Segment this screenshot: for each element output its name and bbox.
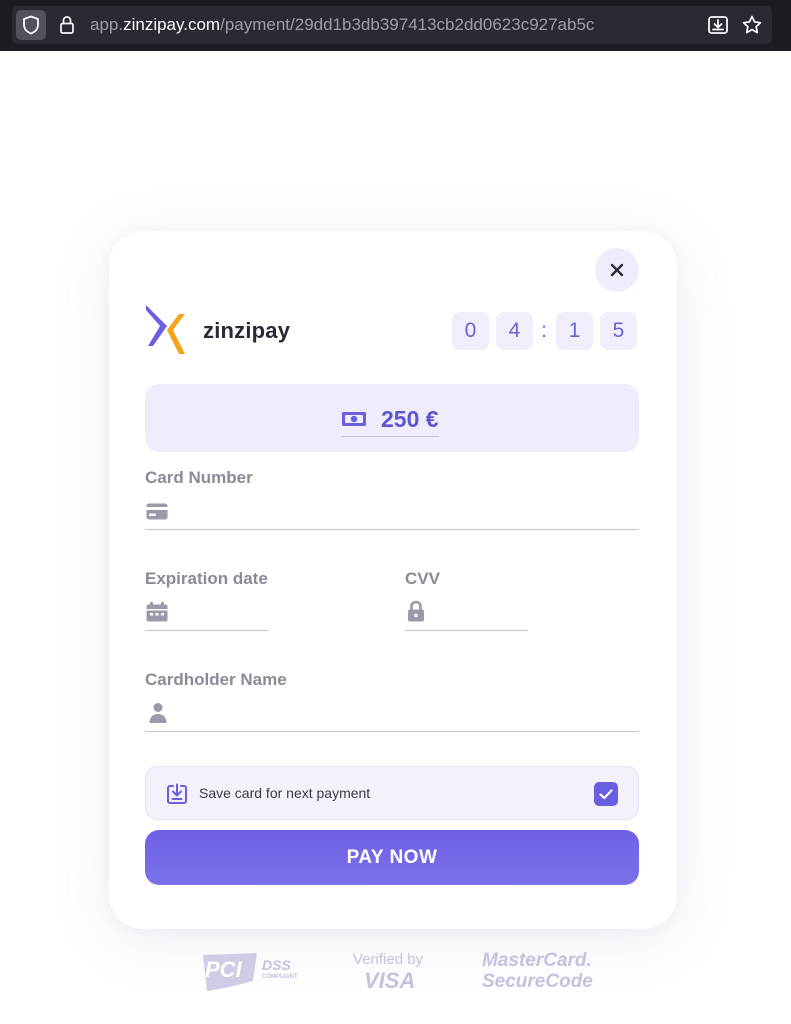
close-icon: [610, 263, 624, 277]
shield-icon: [23, 15, 39, 35]
cardholder-label: Cardholder Name: [145, 670, 287, 689]
amount-value: 250 €: [381, 405, 439, 432]
timer-digit: 1: [556, 312, 593, 350]
amount-panel: 250 €: [145, 384, 639, 452]
amount-display: 250 €: [341, 404, 439, 437]
url-text[interactable]: app.zinzipay.com/payment/29dd1b3db397413…: [90, 15, 594, 35]
url-host: zinzipay.com: [123, 15, 221, 34]
mastercard-securecode-badge: MasterCard. SecureCode: [482, 949, 593, 997]
zinzipay-logo: zinzipay: [145, 304, 295, 358]
card-number-underline: [145, 529, 639, 530]
timer-digit: 0: [452, 312, 489, 350]
verified-by-text: Verified by: [353, 951, 424, 968]
cvv-label: CVV: [405, 569, 440, 588]
dss-subtext: COMPLIANT: [262, 974, 298, 980]
payment-card: zinzipay 0 4 : 1 5 250 € Card Number Exp…: [109, 231, 677, 929]
logo-mark-icon: [146, 305, 185, 354]
pay-now-button[interactable]: PAY NOW: [145, 830, 639, 885]
user-icon: [149, 703, 167, 723]
logo-text: zinzipay: [203, 318, 291, 343]
download-icon[interactable]: [707, 14, 729, 36]
cvv-input[interactable]: [435, 603, 525, 625]
save-card-row[interactable]: Save card for next payment: [145, 766, 639, 820]
bookmark-star-icon[interactable]: [741, 14, 763, 36]
save-card-checkbox[interactable]: [594, 782, 618, 806]
tracking-protection-button[interactable]: [16, 10, 46, 40]
cardholder-underline: [145, 731, 639, 732]
expiration-underline: [145, 630, 268, 631]
calendar-icon: [146, 602, 168, 622]
lock-icon[interactable]: [59, 15, 75, 35]
save-card-label: Save card for next payment: [199, 785, 371, 801]
browser-toolbar: app.zinzipay.com/payment/29dd1b3db397413…: [0, 0, 791, 51]
visa-text: VISA: [364, 968, 416, 993]
close-button[interactable]: [595, 248, 639, 292]
pci-text: PCI: [205, 957, 242, 982]
save-download-icon: [167, 783, 187, 804]
checkmark-icon: [599, 788, 613, 799]
timer-digit: 5: [600, 312, 637, 350]
address-bar[interactable]: app.zinzipay.com/payment/29dd1b3db397413…: [12, 6, 772, 44]
card-number-label: Card Number: [145, 468, 253, 487]
timer-digit: 4: [496, 312, 533, 350]
countdown-timer: 0 4 : 1 5: [452, 312, 637, 350]
mastercard-text: MasterCard.: [482, 950, 592, 971]
timer-separator: :: [541, 319, 547, 342]
cardholder-input[interactable]: [175, 704, 635, 726]
lock-icon: [408, 600, 424, 622]
verified-by-visa-badge: Verified by VISA: [350, 949, 432, 997]
credit-card-icon: [146, 503, 168, 520]
pci-dss-badge: PCI DSS COMPLIANT: [199, 951, 299, 995]
security-badges: PCI DSS COMPLIANT Verified by VISA Maste…: [0, 945, 791, 1005]
url-path: /payment/29dd1b3db397413cb2dd0623c927ab5…: [220, 15, 595, 34]
dss-text: DSS: [262, 957, 291, 973]
securecode-text: SecureCode: [482, 971, 593, 992]
expiration-input[interactable]: [175, 603, 265, 625]
expiration-label: Expiration date: [145, 569, 268, 588]
banknote-icon: [342, 412, 366, 426]
cvv-underline: [405, 630, 528, 631]
card-number-input[interactable]: [175, 502, 635, 524]
